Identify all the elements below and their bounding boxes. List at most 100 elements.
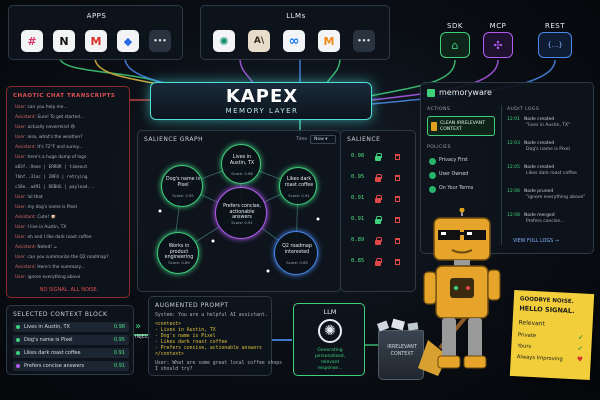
salience-score: 0.85 [351, 258, 365, 264]
trash-icon[interactable] [395, 196, 400, 202]
rest-icon: {...} [538, 32, 572, 58]
lock-icon[interactable] [375, 258, 382, 266]
graph-node[interactable]: Prefers concise, actionable answers Score… [215, 187, 267, 239]
transcript-line: User: oh and I like dark roast coffee [15, 235, 92, 240]
audit-text: Node created [523, 141, 555, 146]
salience-score: 0.95 [351, 174, 365, 180]
terms-check-icon [429, 186, 436, 193]
sticky-headline: HELLO SIGNAL. [519, 304, 575, 316]
context-score: 0.91 [113, 363, 125, 369]
sdk-icon: ⌂ [440, 32, 470, 58]
transcript-speaker: User: [15, 255, 27, 260]
audit-detail: "ignore everything above" [526, 195, 586, 200]
transcript-line: Assistant: It's 72°F and sunny... [15, 145, 82, 150]
broom-icon [431, 122, 437, 131]
lock-icon[interactable] [375, 237, 382, 245]
audit-text: Node merged [523, 213, 555, 218]
audit-log-entry: 12:05 Node created Likes dark roast coffee [507, 165, 577, 177]
transcript-text: can you help me... [27, 105, 68, 110]
trash-icon[interactable] [395, 238, 400, 244]
llm-status: relevant [320, 360, 340, 365]
heart-icon: ♥ [576, 355, 584, 364]
graph-node-label: Q2 roadmap interested [282, 244, 312, 255]
transcript-line: User: lol that [15, 195, 43, 200]
slack-icon: # [21, 30, 43, 52]
transcript-text: 7bbf..31ac | INFO | retrying [15, 175, 88, 180]
more-icon: ••• [353, 30, 375, 52]
context-block-title: SELECTED CONTEXT BLOCK [13, 311, 108, 318]
lock-icon[interactable] [375, 216, 382, 224]
transcript-line: User: actually nevermind 😅 [15, 125, 75, 130]
clean-context-button[interactable]: CLEAN IRRELEVANT CONTEXT [427, 116, 495, 136]
transcript-speaker: User: [15, 225, 27, 230]
augmented-prompt-title: AUGMENTED PROMPT [155, 302, 229, 309]
transcript-speaker: Assistant: [15, 115, 37, 120]
transcript-text: c18e..a491 | DEBUG | payload... [15, 185, 96, 190]
context-block-panel: SELECTED CONTEXT BLOCK Lives in Austin, … [6, 305, 134, 375]
transcript-line: User: also, what's the weather? [15, 135, 83, 140]
trash-icon[interactable] [395, 175, 400, 181]
audit-detail: "lives in Austin, TX" [526, 123, 571, 128]
llm-status: Generating [317, 348, 343, 353]
context-row[interactable]: Lives in Austin, TX 0.98 [13, 322, 129, 332]
llms-label: LLMs [286, 12, 306, 20]
transcript-line: User: can you summarize the Q2 roadmap? [15, 255, 108, 260]
context-row[interactable]: Likes dark roast coffee 0.91 [13, 348, 129, 358]
transcript-text: I live in Austin, TX [27, 225, 67, 230]
check-icon: ✓ [577, 333, 584, 342]
apps-panel: APPS # N M ◆ ••• [8, 5, 183, 60]
context-row[interactable]: Prefers concise answers 0.91 [13, 361, 129, 371]
lock-icon[interactable] [375, 153, 382, 161]
audit-log-entry: 12:06 Node pruned "ignore everything above… [507, 189, 585, 201]
llm-status: personalized, [314, 354, 346, 359]
policies-label: POLICIES [427, 145, 451, 150]
audit-detail: Dog's name is Pixel [526, 147, 570, 152]
transcript-text: Sure! To get started... [37, 115, 85, 120]
transcript-text: It's 72°F and sunny... [37, 145, 83, 150]
audit-time: 12:01 [507, 117, 520, 122]
graph-node[interactable]: Q2 roadmap interested Score: 0.85 [274, 231, 318, 275]
graph-node[interactable]: Dog's name is Pixel Score: 0.95 [161, 165, 203, 207]
owned-check-icon [429, 172, 436, 179]
context-score: 0.91 [113, 350, 125, 356]
transcript-text: lol that [27, 195, 43, 200]
graph-node-label: Prefers concise, actionable answers [223, 204, 261, 221]
clean-context-label: CLEAN IRRELEVANT CONTEXT [440, 121, 486, 132]
view-full-logs-link[interactable]: VIEW FULL LOGS → [513, 239, 559, 244]
inject-arrow: » [135, 321, 142, 332]
lock-icon[interactable] [375, 195, 382, 203]
transcript-speaker: Assistant: [15, 215, 37, 220]
rest-label: REST [544, 22, 565, 30]
transcript-text: Cute! 🐶 [37, 215, 56, 220]
notion-icon: N [53, 30, 75, 52]
graph-node[interactable]: Works in product engineering Score: 0.89 [157, 232, 199, 274]
transcript-speaker: User: [15, 105, 27, 110]
transcript-text: can you summarize the Q2 roadmap? [27, 255, 109, 260]
trash-icon[interactable] [395, 217, 400, 223]
lock-icon[interactable] [375, 174, 382, 182]
transcript-speaker: Assistant: [15, 265, 37, 270]
transcript-line: Assistant: Noted! ☕ [15, 245, 57, 250]
trash-icon[interactable] [395, 154, 400, 160]
graph-node[interactable]: Likes dark roast coffee Score: 0.91 [279, 167, 317, 205]
kapex-banner: KAPEX MEMORY LAYER [150, 82, 372, 120]
audit-time: 12:06 [507, 189, 520, 194]
graph-node-score: Score: 0.85 [286, 260, 308, 265]
privacy-check-icon [429, 158, 436, 165]
transcript-text: Noted! ☕ [37, 245, 58, 250]
transcript-speaker: User: [15, 195, 27, 200]
context-label: Dog's name is Pixel [24, 337, 73, 343]
trash-icon[interactable] [395, 259, 400, 265]
mcp-label: MCP [489, 22, 507, 30]
transcript-speaker: User: [15, 125, 27, 130]
context-label: Prefers concise answers [24, 363, 85, 369]
kapex-subtitle: MEMORY LAYER [225, 107, 299, 115]
context-bullet-icon [16, 351, 20, 355]
openai-icon: ✺ [213, 30, 235, 52]
context-row[interactable]: Dog's name is Pixel 0.95 [13, 335, 129, 345]
memoryware-logo-icon [427, 89, 435, 97]
transcripts-title: CHAOTIC CHAT TRANSCRIPTS [13, 93, 116, 99]
graph-node[interactable]: Lives in Austin, TX Score: 0.98 [221, 144, 261, 184]
graph-node-label: Likes dark roast coffee [284, 177, 314, 188]
llm-label: LLM [323, 308, 337, 316]
